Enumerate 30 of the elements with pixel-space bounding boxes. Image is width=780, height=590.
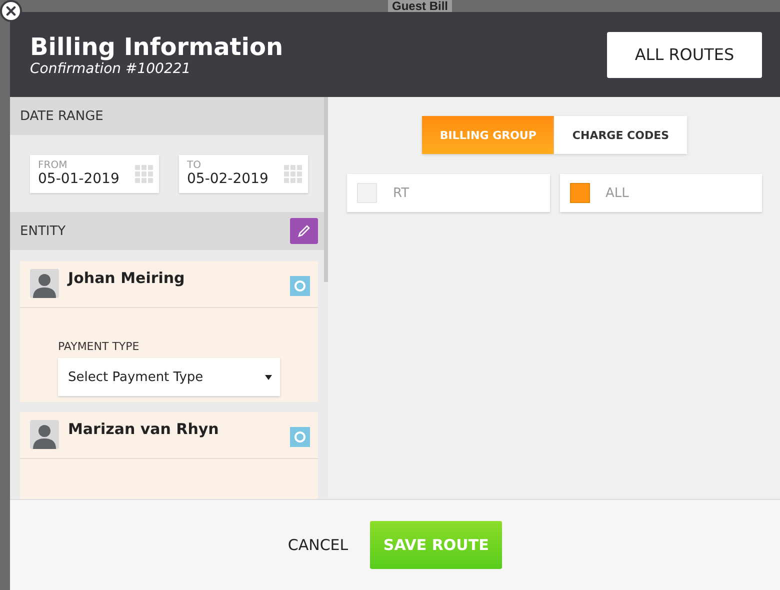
section-title: DATE RANGE <box>20 108 104 124</box>
entity-name: Marizan van Rhyn <box>68 420 220 438</box>
calendar-icon <box>284 164 302 182</box>
checkbox[interactable] <box>570 183 590 203</box>
entity-name: Johan Meiring <box>68 269 186 287</box>
option-label: RT <box>393 186 410 200</box>
dialog-title: Billing Information <box>30 32 284 60</box>
avatar-icon <box>30 269 59 298</box>
edit-button[interactable] <box>290 218 318 244</box>
cancel-button[interactable]: CANCEL <box>288 532 348 558</box>
option-label: ALL <box>606 186 629 200</box>
section-title: ENTITY <box>20 224 66 238</box>
circle-button[interactable] <box>290 427 310 447</box>
payment-type-dropdown[interactable]: Select Payment Type <box>58 358 280 396</box>
circle-icon <box>294 431 306 443</box>
page-heading: Guest Bill <box>388 0 452 12</box>
all-routes-button[interactable]: ALL ROUTES <box>607 32 762 78</box>
circle-icon <box>294 280 306 292</box>
tab[interactable]: CHARGE CODES <box>554 116 688 154</box>
pencil-icon <box>297 224 311 238</box>
circle-button[interactable] <box>290 276 310 296</box>
avatar-icon <box>30 420 59 449</box>
date-field[interactable]: FROM 05-01-2019 <box>30 154 159 192</box>
date-field[interactable]: TO 05-02-2019 <box>179 154 308 192</box>
confirmation-number: Confirmation #100221 <box>30 60 192 76</box>
close-button[interactable] <box>0 0 22 22</box>
calendar-icon <box>135 164 153 182</box>
close-icon <box>6 6 16 16</box>
field-label: PAYMENT TYPE <box>58 340 140 353</box>
caret-icon <box>265 374 272 380</box>
